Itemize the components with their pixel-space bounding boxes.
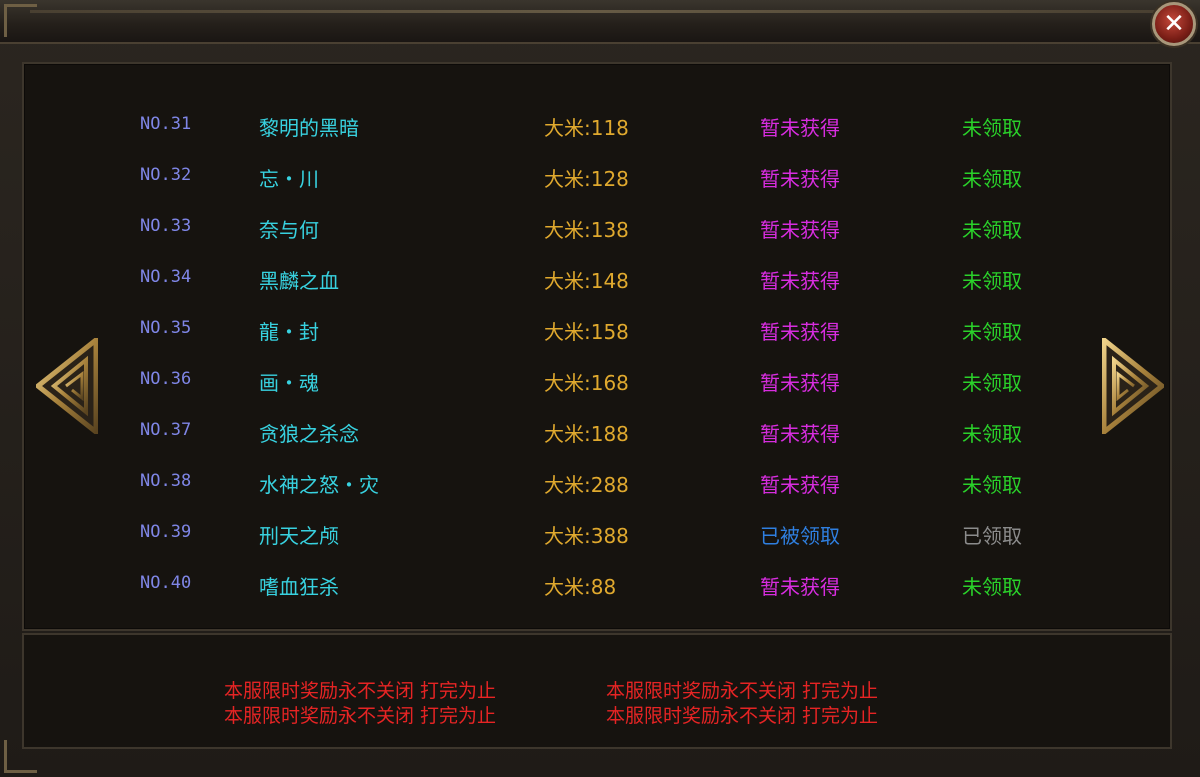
corner-ornament: [4, 4, 37, 37]
reward-row: NO.40 嗜血狂杀 大米:88 暂未获得 未领取: [0, 559, 1200, 610]
notice-text: 本服限时奖励永不关闭 打完为止: [224, 705, 497, 727]
claim-button[interactable]: 未领取: [962, 214, 1022, 243]
reward-number: NO.32: [140, 165, 192, 185]
claim-button[interactable]: 未领取: [962, 418, 1022, 447]
reward-price: 大米:118: [544, 116, 629, 140]
reward-price: 大米:188: [544, 422, 629, 446]
reward-row: NO.32 忘・川 大米:128 暂未获得 未领取: [0, 151, 1200, 202]
close-button[interactable]: ✕: [1152, 2, 1196, 46]
claim-button[interactable]: 未领取: [962, 367, 1022, 396]
reward-name: 黎明的黑暗: [259, 116, 359, 140]
claim-button[interactable]: 未领取: [962, 469, 1022, 498]
reward-price: 大米:168: [544, 371, 629, 395]
reward-status: 暂未获得: [760, 575, 840, 599]
reward-name: 黑麟之血: [259, 269, 339, 293]
title-bar: [0, 0, 1200, 44]
claim-button[interactable]: 未领取: [962, 112, 1022, 141]
reward-status: 暂未获得: [760, 320, 840, 344]
reward-number: NO.31: [140, 114, 192, 134]
reward-name: 龍・封: [259, 320, 319, 344]
reward-name: 奈与何: [259, 218, 319, 242]
reward-row: NO.39 刑天之颅 大米:388 已被领取 已领取: [0, 508, 1200, 559]
reward-name: 嗜血狂杀: [259, 575, 339, 599]
reward-number: NO.34: [140, 267, 192, 287]
reward-price: 大米:388: [544, 524, 629, 548]
reward-price: 大米:288: [544, 473, 629, 497]
reward-number: NO.36: [140, 369, 192, 389]
notice-text: 本服限时奖励永不关闭 打完为止: [224, 680, 497, 702]
reward-number: NO.33: [140, 216, 192, 236]
reward-number: NO.39: [140, 522, 192, 542]
reward-row: NO.38 水神之怒・灾 大米:288 暂未获得 未领取: [0, 457, 1200, 508]
claim-button[interactable]: 未领取: [962, 265, 1022, 294]
reward-status: 暂未获得: [760, 473, 840, 497]
reward-number: NO.37: [140, 420, 192, 440]
reward-status: 暂未获得: [760, 371, 840, 395]
close-icon: ✕: [1163, 9, 1185, 39]
notice-panel: [22, 633, 1172, 749]
reward-name: 画・魂: [259, 371, 319, 395]
reward-name: 忘・川: [259, 167, 319, 191]
reward-name: 水神之怒・灾: [259, 473, 379, 497]
notice-text: 本服限时奖励永不关闭 打完为止: [606, 680, 879, 702]
right-arrow-icon[interactable]: [1102, 338, 1164, 434]
left-arrow-icon[interactable]: [36, 338, 98, 434]
reward-row: NO.37 贪狼之杀念 大米:188 暂未获得 未领取: [0, 406, 1200, 457]
reward-price: 大米:148: [544, 269, 629, 293]
reward-status: 暂未获得: [760, 116, 840, 140]
claim-button[interactable]: 未领取: [962, 571, 1022, 600]
reward-name: 贪狼之杀念: [259, 422, 359, 446]
claim-button[interactable]: 未领取: [962, 316, 1022, 345]
reward-row: NO.36 画・魂 大米:168 暂未获得 未领取: [0, 355, 1200, 406]
reward-row: NO.33 奈与何 大米:138 暂未获得 未领取: [0, 202, 1200, 253]
reward-price: 大米:158: [544, 320, 629, 344]
reward-status: 暂未获得: [760, 218, 840, 242]
claim-button[interactable]: 未领取: [962, 163, 1022, 192]
reward-price: 大米:128: [544, 167, 629, 191]
reward-number: NO.35: [140, 318, 192, 338]
notice-text: 本服限时奖励永不关闭 打完为止: [606, 705, 879, 727]
reward-status: 暂未获得: [760, 167, 840, 191]
reward-row: NO.31 黎明的黑暗 大米:118 暂未获得 未领取: [0, 100, 1200, 151]
reward-status: 暂未获得: [760, 269, 840, 293]
reward-row: NO.35 龍・封 大米:158 暂未获得 未领取: [0, 304, 1200, 355]
reward-name: 刑天之颅: [259, 524, 339, 548]
reward-number: NO.40: [140, 573, 192, 593]
reward-window: ✕ NO.31 黎明的黑暗 大米:118 暂未获得 未领取 NO.32 忘・川 大米:128 暂…: [0, 0, 1200, 777]
reward-status: 已被领取: [760, 524, 840, 548]
reward-price: 大米:138: [544, 218, 629, 242]
reward-number: NO.38: [140, 471, 192, 491]
reward-price: 大米:88: [544, 575, 617, 599]
reward-row: NO.34 黑麟之血 大米:148 暂未获得 未领取: [0, 253, 1200, 304]
claim-button: 已领取: [962, 524, 1022, 548]
title-trim: [30, 10, 1160, 13]
reward-status: 暂未获得: [760, 422, 840, 446]
